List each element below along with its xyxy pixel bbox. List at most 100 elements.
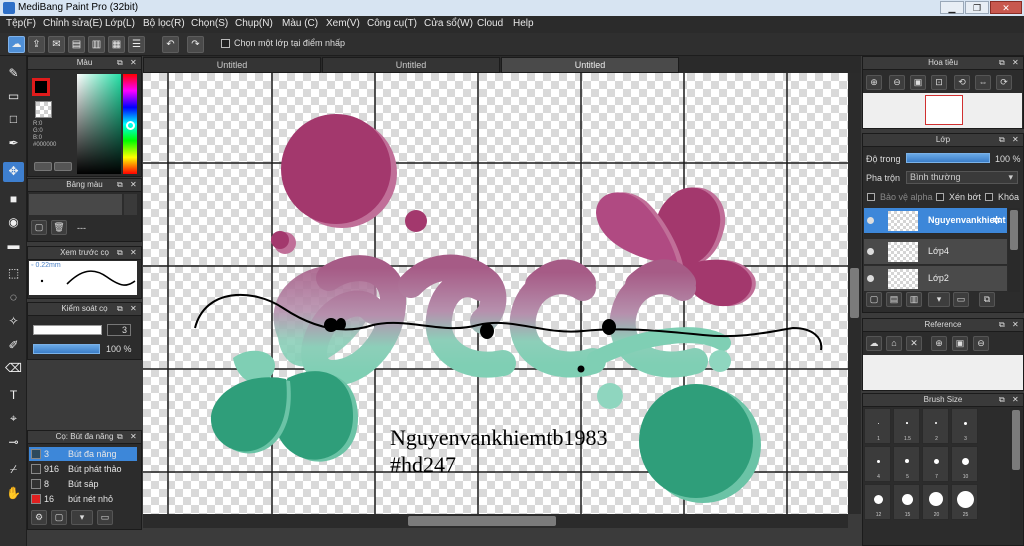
folder-icon[interactable]: ▭ xyxy=(953,292,969,307)
brush-size-cell[interactable]: 25 xyxy=(951,484,978,520)
menu-select[interactable]: Chọn(S) xyxy=(191,18,228,29)
brush-size-slider[interactable] xyxy=(33,325,102,335)
move-tool-icon[interactable]: ✥ xyxy=(3,162,24,182)
layers-scroll-thumb[interactable] xyxy=(1010,210,1018,250)
close-panel-icon[interactable]: ✕ xyxy=(130,304,137,313)
brush-list-item[interactable]: 16 bút nét nhỏ xyxy=(29,492,137,506)
brush-tool-icon[interactable]: ✎ xyxy=(3,64,24,84)
zoom-out-icon[interactable]: ⊖ xyxy=(973,336,989,351)
undock-icon[interactable]: ⧉ xyxy=(117,58,123,68)
menu-layer[interactable]: Lớp(L) xyxy=(105,18,135,29)
menu-color[interactable]: Màu (C) xyxy=(282,18,318,29)
background-color-swatch[interactable] xyxy=(35,101,52,118)
brush-size-cell[interactable]: 4 xyxy=(864,446,891,482)
new-halftone-layer-icon[interactable]: ▤ xyxy=(886,292,902,307)
brush-size-cell[interactable]: 7 xyxy=(922,446,949,482)
undock-icon[interactable]: ⧉ xyxy=(117,432,123,442)
brush-size-value[interactable]: 3 xyxy=(107,324,131,336)
clipping-checkbox[interactable] xyxy=(936,193,944,201)
new-palette-icon[interactable]: ▢ xyxy=(31,220,47,235)
flip-icon[interactable]: ⇔ xyxy=(975,75,991,90)
menu-window[interactable]: Cửa sổ(W) xyxy=(424,18,473,29)
menu-help[interactable]: Help xyxy=(513,18,534,29)
text-tool-icon[interactable]: T xyxy=(3,386,24,406)
brush-size-cell[interactable]: 3 xyxy=(951,408,978,444)
saturation-value-picker[interactable] xyxy=(77,74,121,174)
undock-icon[interactable]: ⧉ xyxy=(999,395,1005,405)
menu-edit[interactable]: Chỉnh sửa(E) xyxy=(43,18,103,29)
trash-icon[interactable]: 🗑 xyxy=(51,220,67,235)
lock-checkbox[interactable] xyxy=(985,193,993,201)
rectangle-tool-icon[interactable]: □ xyxy=(3,110,24,130)
menu-capture[interactable]: Chụp(N) xyxy=(235,18,273,29)
add-layer-dropdown-icon[interactable]: ▾ xyxy=(928,292,950,307)
brush-size-cell[interactable]: 1.5 xyxy=(893,408,920,444)
close-panel-icon[interactable]: ✕ xyxy=(1012,395,1019,404)
undock-icon[interactable]: ⧉ xyxy=(999,58,1005,68)
palette-swatches[interactable] xyxy=(29,194,122,215)
brush-size-scrollbar[interactable] xyxy=(1010,408,1022,530)
bucket-tool-icon[interactable]: ◉ xyxy=(3,213,24,233)
gradient-tool-icon[interactable]: ▬ xyxy=(3,236,24,256)
menu-view[interactable]: Xem(V) xyxy=(326,18,360,29)
close-panel-icon[interactable]: ✕ xyxy=(1012,58,1019,67)
magic-wand-tool-icon[interactable]: ✧ xyxy=(3,312,24,332)
layer-properties-icon[interactable]: ⧉ xyxy=(979,292,995,307)
zoom-out-icon[interactable]: ⊖ xyxy=(889,75,905,90)
layer-row[interactable]: Nguyenvankhiemt ✲ xyxy=(864,208,1007,234)
zoom-in-icon[interactable]: ⊕ xyxy=(931,336,947,351)
brush-size-cell[interactable]: 12 xyxy=(864,484,891,520)
list-icon[interactable]: ☰ xyxy=(128,36,145,53)
new-brush-icon[interactable]: ▢ xyxy=(51,510,67,525)
gear-icon[interactable]: ✲ xyxy=(992,214,1001,227)
rotate-left-icon[interactable]: ⟲ xyxy=(954,75,970,90)
hand-tool-icon[interactable]: ✋ xyxy=(3,484,24,504)
canvas-area[interactable]: Nguyenvankhiemtb1983 #hd247 xyxy=(143,73,861,530)
brush-settings-icon[interactable]: ⚙ xyxy=(31,510,47,525)
close-panel-icon[interactable]: ✕ xyxy=(130,248,137,257)
maximize-button[interactable]: ❐ xyxy=(965,1,989,14)
select-eraser-tool-icon[interactable]: ⌫ xyxy=(3,359,24,379)
layer-row[interactable]: Lớp4 xyxy=(864,239,1007,265)
blend-mode-select[interactable]: Bình thường ▾ xyxy=(906,171,1018,184)
eraser-tool-icon[interactable]: ▭ xyxy=(3,87,24,107)
brush-size-cell[interactable]: 20 xyxy=(922,484,949,520)
close-reference-icon[interactable]: ✕ xyxy=(906,336,922,351)
operation-tool-icon[interactable]: ⌖ xyxy=(3,409,24,429)
tab-untitled-1[interactable]: Untitled xyxy=(143,57,321,73)
undock-icon[interactable]: ⧉ xyxy=(999,135,1005,145)
visibility-icon[interactable] xyxy=(867,275,874,282)
menu-filter[interactable]: Bộ lọc(R) xyxy=(143,18,185,29)
add-brush-dropdown-icon[interactable]: ▾ xyxy=(71,510,93,525)
add-color-button[interactable] xyxy=(34,162,52,171)
select-layer-checkbox[interactable] xyxy=(221,39,230,48)
menu-file[interactable]: Tệp(F) xyxy=(6,18,36,29)
vertical-scroll-thumb[interactable] xyxy=(850,268,859,318)
open-folder-icon[interactable]: ⌂ xyxy=(886,336,902,351)
brush-size-cell[interactable]: 10 xyxy=(951,446,978,482)
brush-size-cell[interactable]: 1 xyxy=(864,408,891,444)
visibility-icon[interactable] xyxy=(867,217,874,224)
close-panel-icon[interactable]: ✕ xyxy=(130,180,137,189)
menu-cloud[interactable]: Cloud xyxy=(477,18,503,29)
fit-icon[interactable]: ▣ xyxy=(910,75,926,90)
visibility-icon[interactable] xyxy=(867,248,874,255)
document-icon[interactable]: ▥ xyxy=(88,36,105,53)
comment-icon[interactable]: ✉ xyxy=(48,36,65,53)
hue-knob[interactable] xyxy=(126,121,135,130)
new-layer-icon[interactable]: ▢ xyxy=(866,292,882,307)
menu-tools[interactable]: Công cụ(T) xyxy=(367,18,417,29)
navigator-viewport[interactable] xyxy=(925,95,963,125)
pen-tool-icon[interactable]: ✒ xyxy=(3,134,24,154)
brush-list-item[interactable]: 916 Bút phát thảo xyxy=(29,462,137,476)
drawing-canvas[interactable]: Nguyenvankhiemtb1983 #hd247 xyxy=(143,73,861,514)
brush-size-cell[interactable]: 2 xyxy=(922,408,949,444)
minimize-button[interactable]: ▁ xyxy=(940,1,964,14)
close-button[interactable]: ✕ xyxy=(990,1,1022,14)
rotate-right-icon[interactable]: ⟳ xyxy=(996,75,1012,90)
select-pen-tool-icon[interactable]: ✐ xyxy=(3,336,24,356)
brush-size-cell[interactable]: 15 xyxy=(893,484,920,520)
brush-list-item[interactable]: 8 Bút sáp xyxy=(29,477,137,491)
zoom-in-icon[interactable]: ⊕ xyxy=(866,75,882,90)
layers-scrollbar[interactable] xyxy=(1008,208,1020,292)
